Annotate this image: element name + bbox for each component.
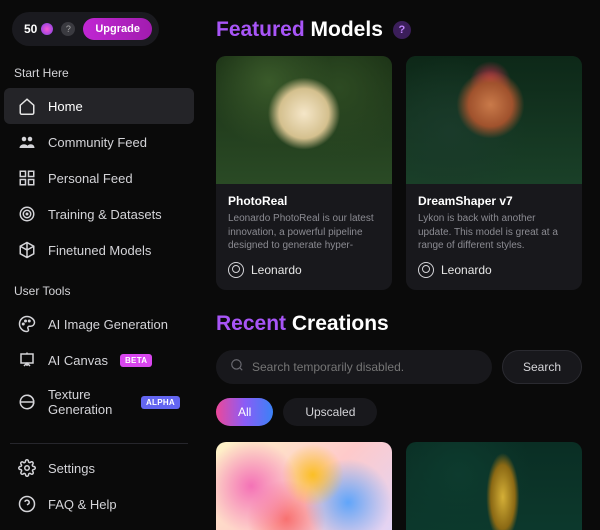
credits-value: 50 <box>24 22 37 36</box>
model-thumbnail <box>406 56 582 184</box>
model-description: Lykon is back with another update. This … <box>418 212 570 252</box>
model-description: Leonardo PhotoReal is our latest innovat… <box>228 212 380 252</box>
sidebar-item-label: Settings <box>48 461 95 476</box>
sidebar-item-home[interactable]: Home <box>4 88 194 124</box>
help-circle-icon <box>18 495 36 513</box>
alpha-badge: ALPHA <box>141 396 180 409</box>
heading-accent: Featured <box>216 18 305 41</box>
search-icon <box>230 358 244 377</box>
cube-icon <box>18 241 36 259</box>
sidebar-item-training[interactable]: Training & Datasets <box>4 196 194 232</box>
gear-icon <box>18 459 36 477</box>
featured-cards: PhotoReal Leonardo PhotoReal is our late… <box>216 56 582 290</box>
sidebar-item-label: AI Image Generation <box>48 317 168 332</box>
search-row: Search <box>216 350 582 384</box>
model-title: DreamShaper v7 <box>418 194 570 208</box>
creation-thumbnail[interactable] <box>406 442 582 530</box>
info-icon[interactable]: ? <box>393 21 411 39</box>
sidebar-item-label: Personal Feed <box>48 171 133 186</box>
people-icon <box>18 133 36 151</box>
featured-heading: Featured Models ? <box>216 18 582 42</box>
model-card-photoreal[interactable]: PhotoReal Leonardo PhotoReal is our late… <box>216 56 392 290</box>
grid-icon <box>18 169 36 187</box>
user-icon <box>228 262 244 278</box>
sidebar-item-label: FAQ & Help <box>48 497 117 512</box>
heading-accent: Recent <box>216 312 286 335</box>
sidebar-item-ai-canvas[interactable]: AI Canvas BETA <box>4 342 194 378</box>
creations-grid <box>216 442 582 530</box>
author-name: Leonardo <box>441 263 492 277</box>
sidebar-item-label: AI Canvas <box>48 353 108 368</box>
heading-rest: Models <box>311 18 383 41</box>
model-author: Leonardo <box>228 262 380 278</box>
sidebar-item-ai-image-gen[interactable]: AI Image Generation <box>4 306 194 342</box>
filter-upscaled[interactable]: Upscaled <box>283 398 377 426</box>
home-icon <box>18 97 36 115</box>
sidebar-item-label: Finetuned Models <box>48 243 151 258</box>
filter-all[interactable]: All <box>216 398 273 426</box>
search-input[interactable] <box>252 360 478 374</box>
upgrade-button[interactable]: Upgrade <box>83 18 152 40</box>
search-button[interactable]: Search <box>502 350 582 384</box>
model-card-dreamshaper[interactable]: DreamShaper v7 Lykon is back with anothe… <box>406 56 582 290</box>
account-pill: 50 ? Upgrade <box>12 12 159 46</box>
sidebar-item-finetuned[interactable]: Finetuned Models <box>4 232 194 268</box>
section-start-here: Start Here <box>0 60 198 88</box>
main-content: Featured Models ? PhotoReal Leonardo Pho… <box>198 0 600 530</box>
sidebar-item-label: Texture Generation <box>48 387 129 417</box>
author-name: Leonardo <box>251 263 302 277</box>
sidebar-item-settings[interactable]: Settings <box>4 450 194 486</box>
divider <box>10 443 188 444</box>
filter-row: All Upscaled <box>216 398 582 426</box>
search-box[interactable] <box>216 350 492 384</box>
help-icon[interactable]: ? <box>61 22 75 36</box>
sidebar-item-personal-feed[interactable]: Personal Feed <box>4 160 194 196</box>
heading-rest: Creations <box>292 312 389 335</box>
sidebar-item-faq[interactable]: FAQ & Help <box>4 486 194 522</box>
user-icon <box>418 262 434 278</box>
model-thumbnail <box>216 56 392 184</box>
credits-icon <box>41 23 53 35</box>
recent-heading: Recent Creations <box>216 312 582 336</box>
section-user-tools: User Tools <box>0 278 198 306</box>
model-title: PhotoReal <box>228 194 380 208</box>
palette-icon <box>18 315 36 333</box>
beta-badge: BETA <box>120 354 152 367</box>
credits-display: 50 <box>24 22 53 36</box>
sidebar-item-label: Community Feed <box>48 135 147 150</box>
model-author: Leonardo <box>418 262 570 278</box>
creation-thumbnail[interactable] <box>216 442 392 530</box>
sidebar-item-label: Home <box>48 99 83 114</box>
sidebar-item-texture-gen[interactable]: Texture Generation ALPHA <box>4 378 194 426</box>
sidebar: 50 ? Upgrade Start Here Home Community F… <box>0 0 198 530</box>
easel-icon <box>18 351 36 369</box>
texture-icon <box>18 393 36 411</box>
sidebar-item-label: Training & Datasets <box>48 207 162 222</box>
spiral-icon <box>18 205 36 223</box>
sidebar-item-community-feed[interactable]: Community Feed <box>4 124 194 160</box>
